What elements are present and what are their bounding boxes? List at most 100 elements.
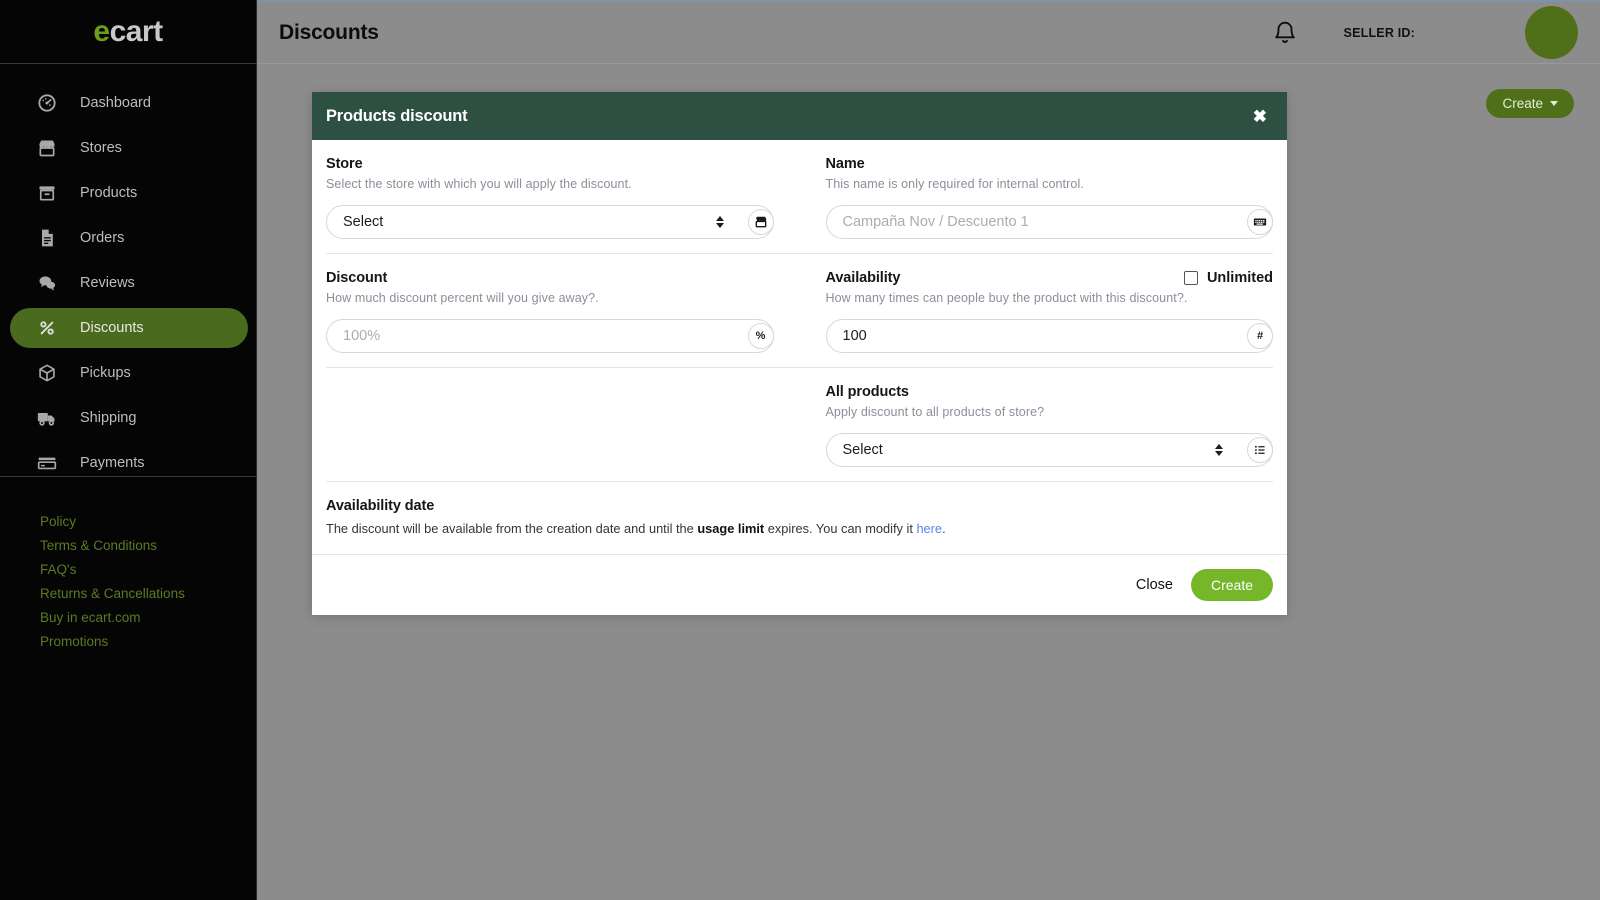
select-arrows-icon (715, 216, 724, 228)
all-products-select[interactable]: Select (825, 433, 1273, 467)
chevron-down-icon (1550, 101, 1558, 106)
field-name-label: Name (825, 156, 865, 172)
create-button[interactable]: Create (1190, 569, 1273, 601)
availability-date-text-part1: The discount will be available from the … (326, 521, 698, 536)
availability-input-value: 100 (842, 328, 867, 344)
close-icon[interactable]: ✖ (1247, 104, 1273, 129)
footer-link-policy[interactable]: Policy (40, 510, 256, 534)
availability-date-label: Availability date (326, 498, 435, 514)
page-title: Discounts (279, 20, 379, 44)
sidebar-item-label: Dashboard (80, 95, 151, 111)
avatar[interactable] (1525, 6, 1578, 59)
field-availability-hint: How many times can people buy the produc… (825, 291, 1188, 305)
discount-input-wrap: 100% % (326, 319, 774, 353)
field-availability-head: Availability Unlimited (826, 270, 1274, 286)
field-store-hint: Select the store with which you will app… (326, 177, 632, 191)
empty-column (326, 368, 800, 481)
footer-link-returns[interactable]: Returns & Cancellations (40, 582, 256, 606)
sidebar-item-label: Reviews (80, 275, 135, 291)
footer-link-promotions[interactable]: Promotions (40, 630, 256, 654)
availability-date-text-bold: usage limit (697, 521, 765, 536)
sidebar-item-label: Products (80, 185, 138, 201)
list-icon (1247, 437, 1273, 463)
availability-input[interactable]: 100 (825, 319, 1273, 353)
brand-text: ecart (93, 14, 164, 49)
field-name-head: Name (826, 156, 1274, 172)
sidebar-item-label: Pickups (80, 365, 131, 381)
footer-link-faq[interactable]: FAQ's (40, 558, 256, 582)
topbar-right-group: SELLER ID: (1272, 6, 1600, 59)
field-all-products: All products Apply discount to all produ… (800, 368, 1274, 481)
field-discount-head: Discount (326, 270, 774, 286)
footer-link-terms[interactable]: Terms & Conditions (40, 534, 256, 558)
store-icon (36, 137, 58, 159)
field-discount-hint: How much discount percent will you give … (326, 291, 599, 305)
app-root: ecart Dashboard Stores Products Orders R… (0, 0, 1600, 900)
unlimited-checkbox[interactable]: Unlimited (1183, 270, 1273, 286)
availability-date-section: Availability date The discount will be a… (326, 482, 1273, 554)
modal-body: Store Select the store with which you wi… (312, 140, 1287, 554)
sidebar-item-discounts[interactable]: Discounts (10, 308, 248, 348)
unlimited-checkbox-label: Unlimited (1206, 270, 1273, 286)
all-products-select-value: Select (842, 442, 883, 458)
sidebar-item-reviews[interactable]: Reviews (10, 263, 248, 303)
sidebar-item-orders[interactable]: Orders (10, 218, 248, 258)
field-all-products-head: All products (826, 384, 1274, 400)
field-store-label: Store (326, 156, 363, 172)
footer-link-buy[interactable]: Buy in ecart.com (40, 606, 256, 630)
brand-logo[interactable]: ecart (0, 0, 256, 64)
availability-date-text-part3: . (942, 521, 946, 536)
availability-date-here-link[interactable]: here (916, 521, 942, 536)
availability-input-wrap: 100 # (825, 319, 1273, 353)
sidebar-item-shipping[interactable]: Shipping (10, 398, 248, 438)
bell-icon[interactable] (1272, 20, 1298, 46)
sidebar-item-label: Payments (80, 455, 145, 471)
form-row-all-products: All products Apply discount to all produ… (326, 368, 1273, 481)
name-input[interactable]: Campaña Nov / Descuento 1 (825, 205, 1273, 239)
sidebar-item-products[interactable]: Products (10, 173, 248, 213)
sidebar-footer-links: Policy Terms & Conditions FAQ's Returns … (0, 510, 256, 654)
name-input-wrap: Campaña Nov / Descuento 1 (825, 205, 1273, 239)
gauge-icon (36, 92, 58, 114)
credit-card-icon (36, 452, 58, 474)
all-products-select-wrap: Select (825, 433, 1273, 467)
field-store: Store Select the store with which you wi… (326, 140, 800, 253)
hash-icon: # (1247, 323, 1273, 349)
field-discount: Discount How much discount percent will … (326, 254, 800, 367)
sidebar-item-label: Stores (80, 140, 122, 156)
percent-icon: % (747, 323, 774, 349)
field-store-head: Store (326, 156, 774, 172)
create-dropdown-label: Create (1502, 96, 1543, 111)
store-select[interactable]: Select (326, 205, 774, 239)
create-dropdown-button[interactable]: Create (1486, 89, 1574, 118)
name-input-placeholder: Campaña Nov / Descuento 1 (842, 214, 1029, 230)
field-all-products-hint: Apply discount to all products of store? (825, 405, 1045, 419)
brand-prefix: e (93, 14, 110, 48)
discount-input-placeholder: 100% (343, 328, 381, 344)
sidebar-item-label: Orders (80, 230, 125, 246)
keyboard-icon (1247, 209, 1273, 235)
sidebar: ecart Dashboard Stores Products Orders R… (0, 0, 257, 900)
cube-icon (36, 362, 58, 384)
box-archive-icon (36, 182, 58, 204)
sidebar-item-dashboard[interactable]: Dashboard (10, 83, 248, 123)
discount-input[interactable]: 100% (326, 319, 774, 353)
sidebar-nav: Dashboard Stores Products Orders Reviews… (0, 64, 256, 483)
sidebar-item-payments[interactable]: Payments (10, 443, 248, 483)
field-all-products-label: All products (825, 384, 909, 400)
sidebar-item-stores[interactable]: Stores (10, 128, 248, 168)
store-select-wrap: Select (326, 205, 774, 239)
sidebar-item-pickups[interactable]: Pickups (10, 353, 248, 393)
products-discount-modal: Products discount ✖ Store Select the sto… (312, 92, 1287, 615)
brand-rest: cart (109, 14, 164, 48)
truck-icon (36, 407, 58, 429)
sidebar-item-label: Discounts (80, 320, 144, 336)
document-icon (36, 227, 58, 249)
sidebar-divider (0, 476, 256, 477)
chat-bubbles-icon (36, 272, 58, 294)
select-arrows-icon (1215, 444, 1223, 456)
modal-footer: Close Create (312, 554, 1287, 615)
percent-icon (36, 317, 58, 339)
close-button[interactable]: Close (1136, 577, 1173, 593)
modal-title: Products discount (326, 106, 468, 125)
